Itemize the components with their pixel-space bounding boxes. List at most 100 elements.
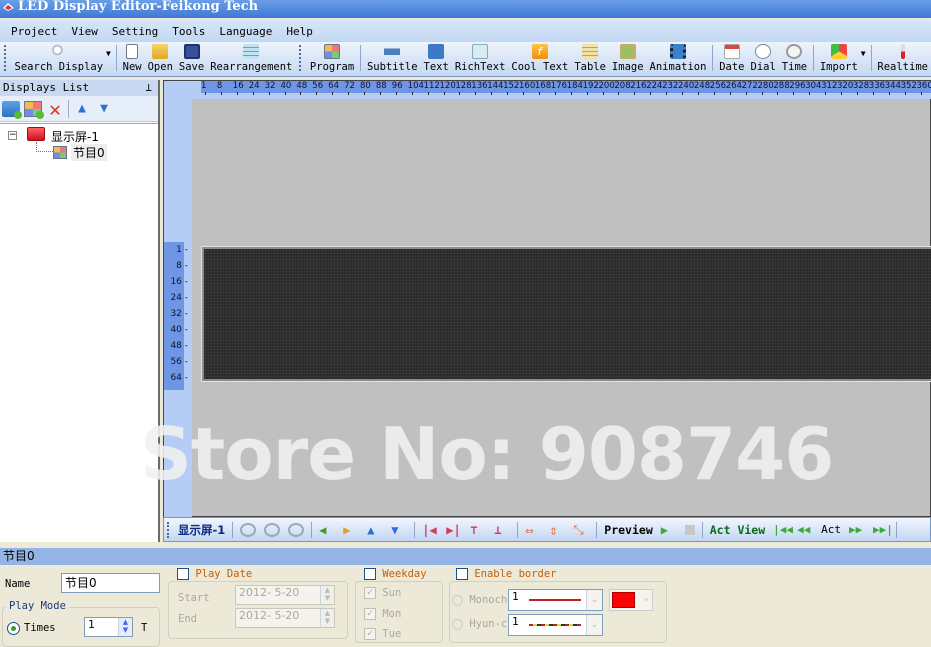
cool-text-button[interactable]: f Cool Text (508, 44, 571, 76)
menu-project[interactable]: Project (4, 25, 64, 38)
zoom-in-icon[interactable] (264, 523, 280, 537)
toolbar-grip[interactable] (167, 522, 171, 538)
weekday-checkbox[interactable] (364, 568, 376, 580)
toolbar-separator (232, 522, 233, 538)
ruler-tick (237, 92, 238, 95)
name-input[interactable]: 节目0 (61, 573, 160, 593)
text-button[interactable]: Text (421, 44, 452, 76)
arrow-right-icon[interactable]: ▶ (343, 523, 359, 537)
first-frame-icon[interactable]: |◀◀ (773, 523, 789, 537)
stretch-vertical-icon[interactable]: ⇕ (549, 523, 565, 537)
new-button[interactable]: New (120, 44, 145, 76)
ruler-tick (332, 92, 333, 95)
ruler-tick (666, 92, 667, 95)
stretch-horizontal-icon[interactable]: ⇔ (525, 523, 541, 537)
image-button[interactable]: Image (609, 44, 647, 76)
tree-item-program[interactable]: 节目0 (71, 144, 107, 161)
chevron-down-icon[interactable]: ⌄ (586, 590, 602, 610)
realtime-button[interactable]: Realtime (874, 44, 931, 76)
date-button[interactable]: Date (716, 44, 747, 76)
move-down-icon[interactable]: ▼ (95, 101, 113, 117)
table-button[interactable]: Table (571, 44, 609, 76)
pin-icon[interactable]: ⊥ (145, 80, 152, 96)
toolbar-grip[interactable] (4, 45, 8, 71)
play-mode-title: Play Mode (6, 600, 69, 612)
ruler-tick (507, 92, 508, 95)
play-icon[interactable]: ▶ (661, 523, 677, 537)
times-input[interactable]: 1 ▲▼ (84, 617, 133, 637)
displays-list-panel: Displays List ⊥ ✕ ▲ ▼ − 显示屏-1 节目0 (0, 80, 160, 542)
time-button[interactable]: Time (779, 44, 810, 76)
weekday-mon[interactable]: ✓ Mon (364, 608, 401, 620)
border-color-select[interactable]: ⌄ (609, 589, 653, 611)
ruler-tick-label: 96 (392, 81, 403, 91)
menu-tools[interactable]: Tools (165, 25, 212, 38)
subtitle-button[interactable]: Subtitle (364, 44, 421, 76)
tue-checkbox[interactable]: ✓ (364, 628, 376, 640)
add-display-icon[interactable] (2, 101, 20, 117)
ruler-tick-label: 112 (424, 81, 440, 91)
chevron-down-icon[interactable]: ⌄ (586, 615, 602, 635)
weekday-sun[interactable]: ✓ Sun (364, 587, 401, 599)
open-button[interactable]: Open (145, 44, 176, 76)
animation-button[interactable]: Animation (647, 44, 710, 76)
rearrangement-button[interactable]: Rearrangement (207, 44, 295, 76)
search-display-dropdown-arrow[interactable]: ▼ (106, 49, 111, 58)
start-date-input[interactable]: 2012- 5-20 ▲▼ (235, 585, 335, 605)
sun-checkbox[interactable]: ✓ (364, 587, 376, 599)
align-top-icon[interactable]: ⊤ (470, 523, 486, 537)
zoom-out-icon[interactable] (288, 523, 304, 537)
ruler-tick-label: 328 (853, 81, 869, 91)
program-button[interactable]: Program (307, 44, 357, 76)
hyun-color-radio[interactable]: Hyun-co (452, 618, 510, 630)
mon-checkbox[interactable]: ✓ (364, 608, 376, 620)
menu-view[interactable]: View (64, 25, 105, 38)
ruler-tick (396, 92, 397, 95)
fast-forward-icon[interactable]: ▶▶ (849, 523, 865, 537)
start-label: Start (178, 592, 210, 604)
ruler-tick-label: 280 (758, 81, 774, 91)
arrow-up-icon[interactable]: ▲ (367, 523, 383, 537)
weekday-tue[interactable]: ✓ Tue (364, 628, 401, 640)
toolbar-separator (68, 100, 69, 118)
import-button[interactable]: Import (817, 44, 861, 76)
richtext-button[interactable]: RichText (452, 44, 509, 76)
arrow-down-icon[interactable]: ▼ (391, 523, 407, 537)
align-right-icon[interactable]: ▶| (446, 523, 462, 537)
search-display-button[interactable]: Search Display (12, 44, 107, 76)
menu-help[interactable]: Help (279, 25, 320, 38)
import-dropdown-arrow[interactable]: ▼ (861, 49, 866, 58)
chevron-down-icon: ⌄ (644, 593, 649, 603)
fit-full-icon[interactable]: ⤡ (573, 523, 589, 537)
last-frame-icon[interactable]: ▶▶| (873, 523, 889, 537)
menu-setting[interactable]: Setting (105, 25, 165, 38)
monochrome-radio[interactable]: Monochr (452, 594, 510, 606)
end-date-input[interactable]: 2012- 5-20 ▲▼ (235, 608, 335, 628)
dial-button[interactable]: Dial (748, 44, 779, 76)
menu-language[interactable]: Language (212, 25, 279, 38)
add-program-icon[interactable] (24, 101, 42, 117)
tree-item-display[interactable]: 显示屏-1 (51, 128, 99, 145)
end-date-spinner[interactable]: ▲▼ (320, 609, 334, 627)
ruler-tick (921, 92, 922, 95)
align-left-icon[interactable]: |◀ (422, 523, 438, 537)
monochrome-border-select[interactable]: 1 ⌄ (508, 589, 603, 611)
align-bottom-icon[interactable]: ⊥ (494, 523, 510, 537)
arrow-left-icon[interactable]: ◀ (319, 523, 335, 537)
collapse-toggle-icon[interactable]: − (8, 131, 17, 140)
zoom-icon[interactable] (240, 523, 256, 537)
save-button[interactable]: Save (176, 44, 207, 76)
start-date-spinner[interactable]: ▲▼ (320, 586, 334, 604)
move-up-icon[interactable]: ▲ (73, 101, 91, 117)
ruler-tick (491, 92, 492, 95)
enable-border-checkbox[interactable] (456, 568, 468, 580)
rewind-icon[interactable]: ◀◀ (797, 523, 813, 537)
toolbar-grip[interactable] (299, 45, 303, 71)
delete-icon[interactable]: ✕ (46, 101, 64, 117)
led-display-preview[interactable] (202, 247, 931, 381)
times-radio[interactable] (7, 622, 20, 635)
stop-icon[interactable] (685, 525, 695, 535)
play-date-checkbox[interactable] (177, 568, 189, 580)
hyun-border-select[interactable]: 1 ⌄ (508, 614, 603, 636)
times-spinner[interactable]: ▲▼ (118, 618, 132, 636)
